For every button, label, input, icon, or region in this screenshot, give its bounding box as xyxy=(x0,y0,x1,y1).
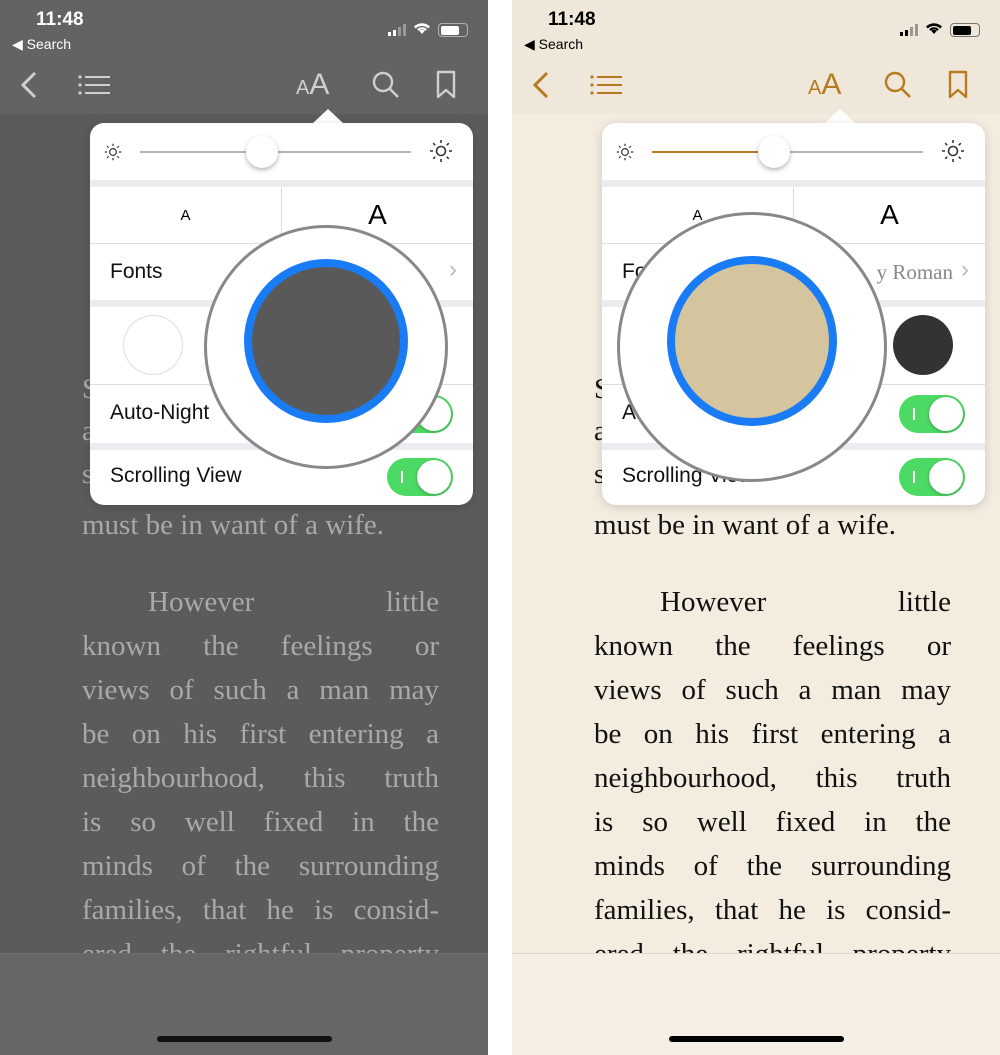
reader-sepia-theme: 11:48◀ SearchAASasmust be in want of a w… xyxy=(512,0,1000,1055)
status-icons xyxy=(388,20,468,40)
back-to-search-link[interactable]: ◀ Search xyxy=(524,36,583,53)
brightness-slider[interactable] xyxy=(652,136,923,168)
text-line: must be in want of a wife. xyxy=(594,509,897,541)
text-line: minds of the surrounding xyxy=(82,850,439,882)
text-line: neighbourhood, this truth xyxy=(82,762,439,794)
back-button[interactable] xyxy=(530,70,552,106)
status-icons xyxy=(900,20,980,40)
brightness-low-icon xyxy=(104,143,122,166)
scrolling-view-toggle[interactable] xyxy=(387,458,453,496)
status-time: 11:48 xyxy=(548,9,596,30)
text-line: families, that he is consid- xyxy=(594,894,951,926)
brightness-slider[interactable] xyxy=(140,136,411,168)
search-button[interactable] xyxy=(371,70,401,106)
back-button[interactable] xyxy=(18,70,40,106)
table-of-contents-button[interactable] xyxy=(78,70,110,106)
back-to-search-link[interactable]: ◀ Search xyxy=(12,36,71,53)
text-line: known the feelings or xyxy=(82,630,439,662)
auto-night-toggle[interactable] xyxy=(899,395,965,433)
text-line: known the feelings or xyxy=(594,630,951,662)
selected-theme-swatch[interactable] xyxy=(667,256,837,426)
top-bar: 11:48 ◀ Search AA xyxy=(512,0,1000,114)
battery-icon xyxy=(438,23,468,37)
wifi-icon xyxy=(924,20,944,40)
text-line: be on his first entering a xyxy=(82,718,439,750)
slider-knob[interactable] xyxy=(245,136,278,168)
chevron-right-icon: › xyxy=(449,256,457,283)
bottom-bar xyxy=(512,953,1000,1055)
text-line: is so well fixed in the xyxy=(82,806,439,838)
top-bar: 11:48 ◀ Search AA xyxy=(0,0,488,114)
separator xyxy=(602,180,985,187)
auto-night-label: Auto-Night xyxy=(110,401,210,424)
popover-arrow xyxy=(312,109,344,124)
battery-icon xyxy=(950,23,980,37)
wifi-icon xyxy=(412,20,432,40)
popover-arrow xyxy=(824,109,856,124)
text-line: However little xyxy=(660,586,951,618)
theme-white[interactable] xyxy=(123,315,183,375)
brightness-high-icon xyxy=(941,139,965,168)
text-line: views of such a man may xyxy=(82,674,439,706)
slider-fill xyxy=(652,151,774,153)
signal-icon xyxy=(388,24,406,36)
signal-icon xyxy=(900,24,918,36)
theme-night[interactable] xyxy=(893,315,953,375)
scrolling-view-toggle[interactable] xyxy=(899,458,965,496)
bottom-bar xyxy=(0,953,488,1055)
text-line: be on his first entering a xyxy=(594,718,951,750)
scrolling-view-label: Scrolling View xyxy=(110,464,242,487)
brightness-low-icon xyxy=(616,143,634,166)
slider-fill xyxy=(140,151,262,153)
bookmark-button[interactable] xyxy=(436,70,456,106)
brightness-row xyxy=(602,123,985,180)
text-line: is so well fixed in the xyxy=(594,806,951,838)
home-indicator[interactable] xyxy=(157,1036,332,1042)
table-of-contents-button[interactable] xyxy=(590,70,622,106)
text-line: neighbourhood, this truth xyxy=(594,762,951,794)
text-line: However little xyxy=(148,586,439,618)
text-line: views of such a man may xyxy=(594,674,951,706)
status-time: 11:48 xyxy=(36,9,84,30)
current-font-value: y Roman xyxy=(876,260,953,284)
brightness-row xyxy=(90,123,473,180)
text-line: families, that he is consid- xyxy=(82,894,439,926)
chevron-right-icon: › xyxy=(961,256,969,283)
text-line: must be in want of a wife. xyxy=(82,509,385,541)
fonts-label: Fonts xyxy=(110,260,163,283)
decrease-font-button[interactable]: A xyxy=(90,187,282,243)
search-button[interactable] xyxy=(883,70,913,106)
reader-gray-theme: 11:48◀ SearchAASasmust be in want of a w… xyxy=(0,0,488,1055)
bookmark-button[interactable] xyxy=(948,70,968,106)
separator xyxy=(90,180,473,187)
text-size-button[interactable]: AA xyxy=(296,70,329,103)
brightness-high-icon xyxy=(429,139,453,168)
selected-theme-swatch[interactable] xyxy=(244,259,408,423)
slider-knob[interactable] xyxy=(757,136,790,168)
text-size-button[interactable]: AA xyxy=(808,70,841,103)
text-line: minds of the surrounding xyxy=(594,850,951,882)
home-indicator[interactable] xyxy=(669,1036,844,1042)
